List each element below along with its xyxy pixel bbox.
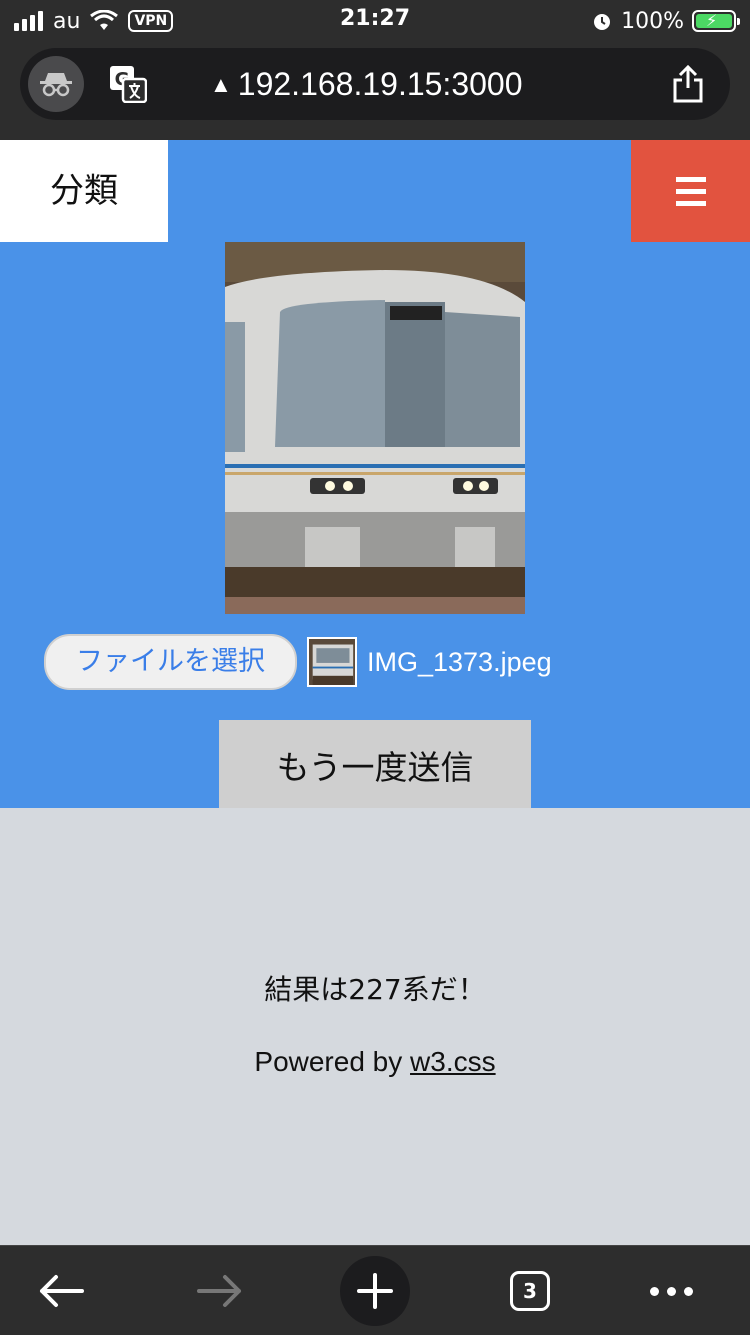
resubmit-button[interactable]: もう一度送信 — [219, 720, 531, 808]
tab-switcher-icon[interactable]: 3 — [495, 1256, 565, 1326]
choose-file-button[interactable]: ファイルを選択 — [44, 634, 297, 690]
url-text: ▲ 192.168.19.15:3000 — [210, 48, 523, 120]
status-right: 100% ⚡ — [591, 6, 740, 36]
status-bar: au VPN 21:27 100% ⚡ — [0, 0, 750, 40]
result-text: 結果は227系だ！ — [264, 973, 486, 1006]
page-title[interactable]: 分類 — [0, 140, 168, 242]
file-name: IMG_1373.jpeg — [367, 646, 552, 677]
powered-prefix: Powered by — [254, 1046, 411, 1077]
browser-toolbar: G ▲ 192.168.19.15:3000 — [0, 40, 750, 140]
forward-arrow-icon[interactable] — [184, 1256, 254, 1326]
charging-bolt-icon: ⚡ — [706, 11, 718, 30]
file-thumbnail — [307, 637, 357, 687]
battery-percent: 100% — [621, 8, 684, 34]
train-photo — [225, 242, 525, 614]
address-bar[interactable]: G ▲ 192.168.19.15:3000 — [20, 48, 730, 120]
browser-bottom-toolbar: 3 — [0, 1245, 750, 1335]
battery-icon: ⚡ — [692, 10, 740, 32]
share-icon[interactable] — [666, 62, 710, 106]
tab-count: 3 — [510, 1271, 550, 1311]
more-options-icon[interactable] — [636, 1256, 706, 1326]
hamburger-icon[interactable] — [631, 140, 750, 242]
incognito-icon[interactable] — [28, 56, 84, 112]
new-tab-plus-icon[interactable] — [340, 1256, 410, 1326]
translate-icon[interactable]: G — [108, 64, 148, 104]
alarm-icon — [594, 14, 611, 30]
main-content: ファイルを選択 IMG_1373.jpeg もう一度送信 — [0, 242, 750, 808]
back-arrow-icon[interactable] — [27, 1256, 97, 1326]
file-input-row: ファイルを選択 IMG_1373.jpeg — [44, 634, 552, 690]
warning-icon: ▲ — [210, 72, 232, 97]
w3css-link[interactable]: w3.css — [410, 1046, 496, 1077]
powered-by-line: Powered by w3.css — [0, 1046, 750, 1078]
url-value: 192.168.19.15:3000 — [237, 66, 523, 102]
page-nav-bar: 分類 — [0, 140, 750, 242]
